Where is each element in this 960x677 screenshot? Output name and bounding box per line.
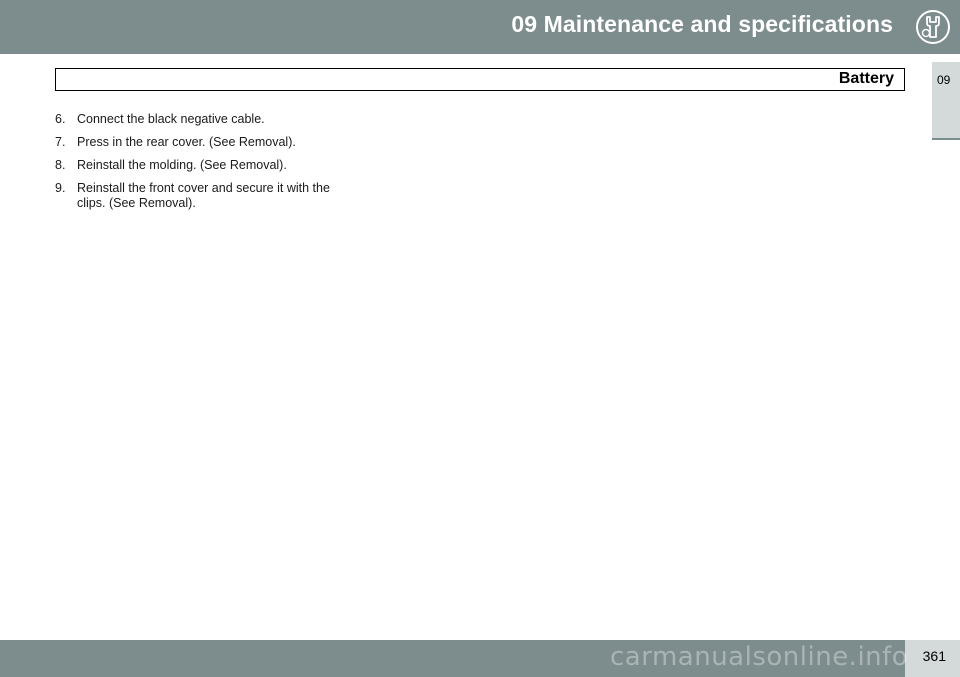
step-text: Press in the rear cover. (See Removal). — [77, 135, 296, 149]
chapter-side-tab[interactable]: 09 — [932, 62, 960, 140]
page-number: 361 — [922, 648, 946, 664]
list-item: 7. Press in the rear cover. (See Removal… — [55, 135, 345, 150]
watermark: carmanualsonline.info — [610, 642, 909, 672]
side-tab-label: 09 — [937, 73, 951, 87]
step-number: 8. — [55, 158, 66, 172]
step-text: Reinstall the molding. (See Removal). — [77, 158, 287, 172]
page-number-box: 361 — [905, 640, 960, 677]
section-title: Battery — [838, 70, 894, 87]
list-item: 9. Reinstall the front cover and secure … — [55, 181, 345, 211]
manual-page: 09 Maintenance and specifications 09 Bat… — [0, 0, 960, 677]
header-bar: 09 Maintenance and specifications — [0, 0, 905, 54]
step-number: 7. — [55, 135, 66, 149]
step-number: 9. — [55, 181, 66, 195]
section-header: Battery — [55, 68, 905, 91]
steps-list: 6. Connect the black negative cable. 7. … — [55, 112, 345, 219]
wrench-icon — [916, 10, 950, 44]
list-item: 8. Reinstall the molding. (See Removal). — [55, 158, 345, 173]
chapter-icon-box — [905, 0, 960, 54]
list-item: 6. Connect the black negative cable. — [55, 112, 345, 127]
step-number: 6. — [55, 112, 66, 126]
step-text: Reinstall the front cover and secure it … — [77, 181, 330, 210]
step-text: Connect the black negative cable. — [77, 112, 265, 126]
chapter-title: 09 Maintenance and specifications — [511, 11, 893, 37]
